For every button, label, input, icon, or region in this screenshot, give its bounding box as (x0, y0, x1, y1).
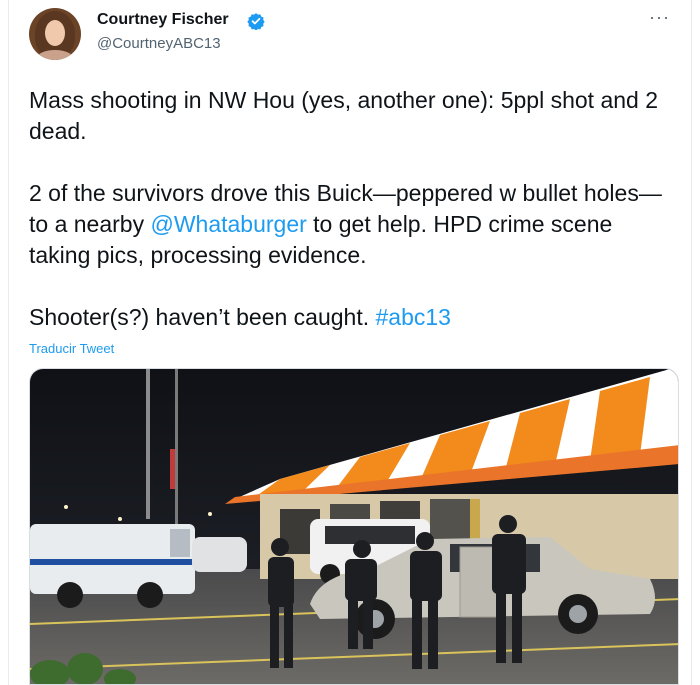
tweet-paragraph-2: 2 of the survivors drove this Buick—pepp… (29, 178, 669, 271)
tweet-text-segment: Shooter(s?) haven’t been caught. (29, 304, 376, 330)
author-avatar[interactable] (29, 8, 81, 60)
translate-tweet-link[interactable]: Traducir Tweet (29, 341, 114, 356)
tweet-paragraph-3: Shooter(s?) haven’t been caught. #abc13 (29, 302, 669, 333)
tweet-paragraph-1: Mass shooting in NW Hou (yes, another on… (29, 87, 659, 144)
hashtag-link[interactable]: #abc13 (376, 304, 451, 330)
mention-link[interactable]: @Whataburger (150, 211, 306, 237)
avatar-shirt (37, 50, 73, 60)
tweet-body: Mass shooting in NW Hou (yes, another on… (29, 85, 669, 333)
tweet-photo[interactable] (29, 368, 679, 685)
more-options-icon[interactable]: ··· (649, 8, 671, 26)
crime-scene-photo (30, 369, 678, 684)
avatar-face (45, 20, 65, 46)
author-handle[interactable]: @CourtneyABC13 (97, 35, 221, 52)
author-name[interactable]: Courtney Fischer (97, 11, 229, 29)
tweet-card: Courtney Fischer @CourtneyABC13 ··· Mass… (8, 0, 692, 685)
verified-badge-icon (247, 13, 265, 30)
